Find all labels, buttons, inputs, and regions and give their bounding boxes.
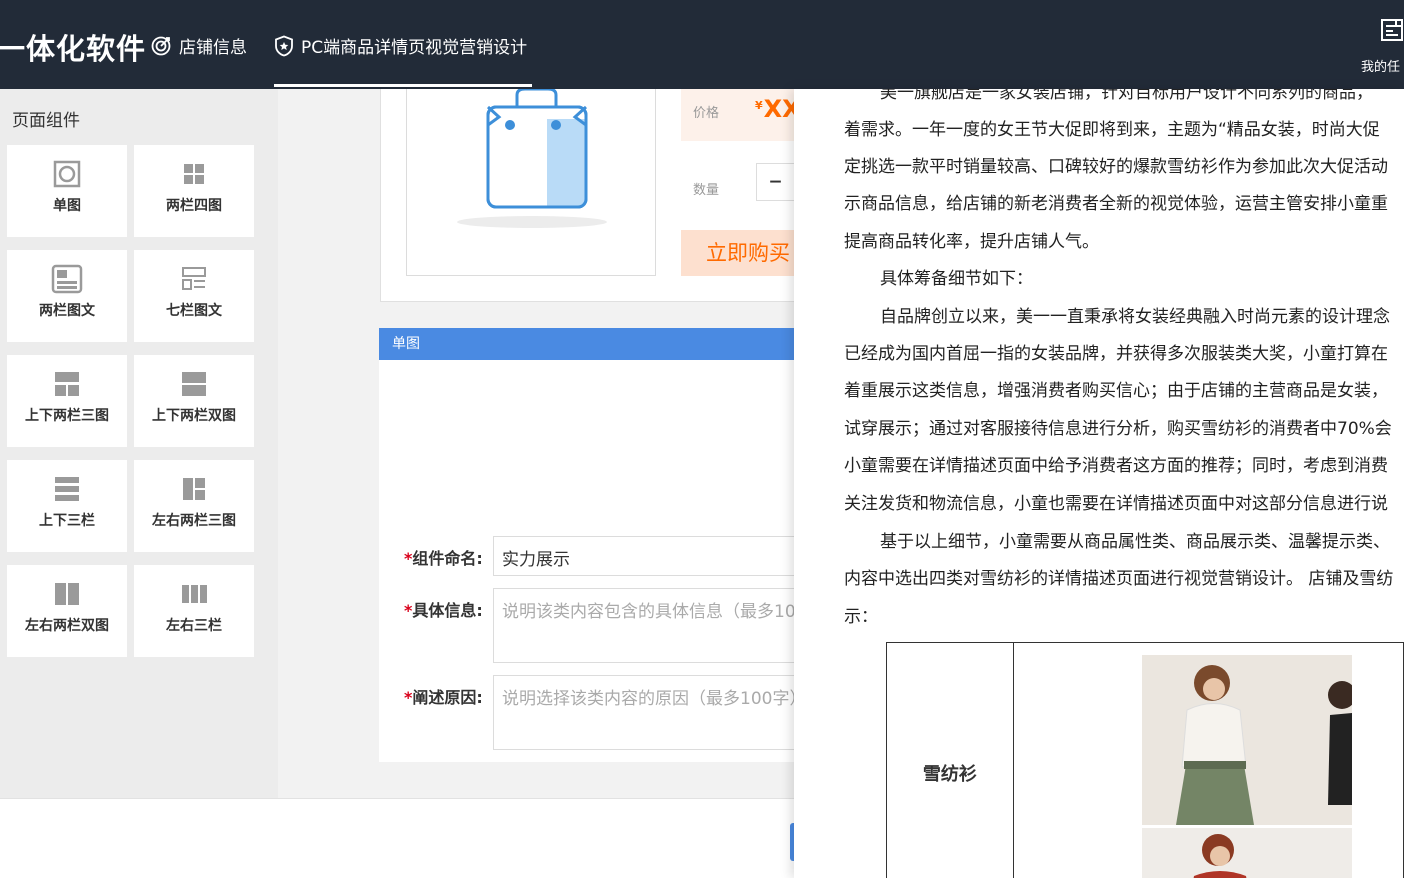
component-left-right-two[interactable]: 左右两栏双图 [7, 565, 127, 657]
three-rows-icon [7, 474, 127, 504]
table-cell-images [1012, 642, 1404, 878]
component-grid-four[interactable]: 两栏四图 [134, 145, 254, 237]
product-preview: 价格 ¥XX 数量 − 立即购买 [380, 87, 801, 302]
doc-line: 小童需要在详情描述页面中给予消费者这方面的推荐；同时，考虑到消费 [844, 456, 1388, 476]
single-image-icon [7, 159, 127, 189]
doc-line: 着重展示这类信息，增强消费者购买信心；由于店铺的主营商品是女装， [844, 381, 1388, 401]
nav-pc-detail-design[interactable]: PC端商品详情页视觉营销设计 [274, 33, 527, 58]
shopping-bag-icon [407, 87, 657, 280]
quantity-label: 数量 [693, 183, 720, 198]
doc-line: 示商品信息，给店铺的新老消费者全新的视觉体验，运营主管安排小童重 [844, 194, 1388, 214]
target-icon [150, 35, 172, 57]
table-cell-label: 雪纺衫 [886, 642, 1014, 878]
doc-line: 基于以上细节，小童需要从商品属性类、商品展示类、温馨提示类、 [880, 532, 1390, 552]
component-top-bottom-two[interactable]: 上下两栏双图 [134, 355, 254, 447]
product-image-placeholder [406, 87, 656, 276]
reason-textarea[interactable]: 说明选择该类内容的原因（最多100字） [493, 675, 794, 750]
component-label: 两栏四图 [166, 198, 222, 214]
product-photo [1141, 655, 1356, 825]
my-task-label: 我的任 [1361, 60, 1401, 75]
component-label: 左右三栏 [166, 618, 222, 634]
detail-info-textarea[interactable]: 说明该类内容包含的具体信息（最多100字） [493, 588, 794, 663]
price-label: 价格 [693, 106, 720, 121]
component-top-bottom-three[interactable]: 上下两栏三图 [7, 355, 127, 447]
component-label: 上下两栏双图 [152, 408, 236, 424]
doc-line: 已经成为国内首屈一指的女装品牌，并获得多次服装类大奖，小童打算在 [844, 344, 1388, 364]
component-three-columns[interactable]: 左右三栏 [134, 565, 254, 657]
label-text: 具体信息: [412, 601, 483, 620]
bottom-action-bar [0, 798, 800, 878]
three-columns-icon [134, 579, 254, 609]
two-column-text-icon [7, 264, 127, 294]
nav-label: PC端商品详情页视觉营销设计 [301, 38, 528, 58]
component-two-column-text[interactable]: 两栏图文 [7, 250, 127, 342]
currency-symbol: ¥ [755, 99, 763, 112]
detail-info-label: *具体信息: [404, 597, 483, 621]
component-label: 左右两栏双图 [25, 618, 109, 634]
doc-line: 自品牌创立以来，美一一直秉承将女装经典融入时尚元素的设计理念 [880, 307, 1390, 327]
component-left-right-three[interactable]: 左右两栏三图 [134, 460, 254, 552]
component-form: 单图 *组件命名: 实力展示 *具体信息: 说明该类内容包含的具体信息（最多10… [379, 328, 794, 762]
component-three-rows[interactable]: 上下三栏 [7, 460, 127, 552]
buy-now-button[interactable]: 立即购买 [681, 230, 795, 276]
component-seven-column-text[interactable]: 七栏图文 [134, 250, 254, 342]
price-area: 价格 ¥XX [681, 89, 801, 141]
component-label: 上下两栏三图 [25, 408, 109, 424]
table-row: 雪纺衫 [886, 642, 1404, 878]
product-table: 雪纺衫 [886, 642, 1404, 878]
component-label: 单图 [53, 198, 81, 214]
component-single-image[interactable]: 单图 [7, 145, 127, 237]
component-label: 七栏图文 [166, 303, 222, 319]
my-task-button[interactable]: 我的任 [1360, 18, 1404, 78]
left-right-three-icon [134, 474, 254, 504]
product-photo [1141, 828, 1352, 878]
doc-line: 关注发货和物流信息，小童也需要在详情描述页面中对这部分信息进行说 [844, 494, 1388, 514]
component-name-input[interactable]: 实力展示 [493, 536, 794, 576]
app-title: 一体化软件 [0, 32, 147, 66]
left-right-two-icon [7, 579, 127, 609]
doc-line: 定挑选一款平时销量较高、口碑较好的爆款雪纺衫作为参加此次大促活动 [844, 157, 1388, 177]
doc-line: 提高商品转化率，提升店铺人气。 [844, 232, 1099, 252]
component-name-label: *组件命名: [404, 545, 483, 569]
reason-label: *阐述原因: [404, 684, 483, 708]
quantity-decrease-button[interactable]: − [756, 163, 795, 201]
shield-icon [274, 35, 294, 57]
component-label: 左右两栏三图 [152, 513, 236, 529]
seven-column-text-icon [134, 264, 254, 294]
nav-store-info[interactable]: 店铺信息 [150, 33, 247, 58]
panel-title: 页面组件 [12, 111, 80, 131]
component-panel: 页面组件 单图 两栏四图 两栏图文 七栏图文 上下两栏三图 上下两栏双图 上下三… [0, 89, 278, 799]
grid-four-icon [134, 159, 254, 189]
top-bottom-three-icon [7, 369, 127, 399]
component-label: 上下三栏 [39, 513, 95, 529]
nav-label: 店铺信息 [179, 38, 247, 58]
component-label: 两栏图文 [39, 303, 95, 319]
doc-line: 示： [844, 607, 878, 627]
doc-line: 内容中选出四类对雪纺衫的详情描述页面进行视觉营销设计。 店铺及雪纺 [844, 569, 1394, 589]
doc-line: 具体筹备细节如下： [880, 269, 1033, 289]
label-text: 阐述原因: [412, 688, 483, 707]
top-navigation-bar: 一体化软件 店铺信息 PC端商品详情页视觉营销设计 我的任 [0, 0, 1404, 89]
top-bottom-two-icon [134, 369, 254, 399]
form-header: 单图 [379, 328, 794, 360]
doc-line: 美一旗舰店是一家女装店铺，针对目标用户设计不同系列的商品， [880, 89, 1373, 103]
active-tab-indicator [274, 84, 532, 87]
task-document-panel: 美一旗舰店是一家女装店铺，针对目标用户设计不同系列的商品， 着需求。一年一度的女… [794, 89, 1404, 878]
doc-line: 试穿展示；通过对客服接待信息进行分析，购买雪纺衫的消费者中70%会 [844, 419, 1392, 439]
doc-line: 着需求。一年一度的女王节大促即将到来，主题为“精品女装，时尚大促 [844, 120, 1380, 140]
label-text: 组件命名: [412, 549, 483, 568]
